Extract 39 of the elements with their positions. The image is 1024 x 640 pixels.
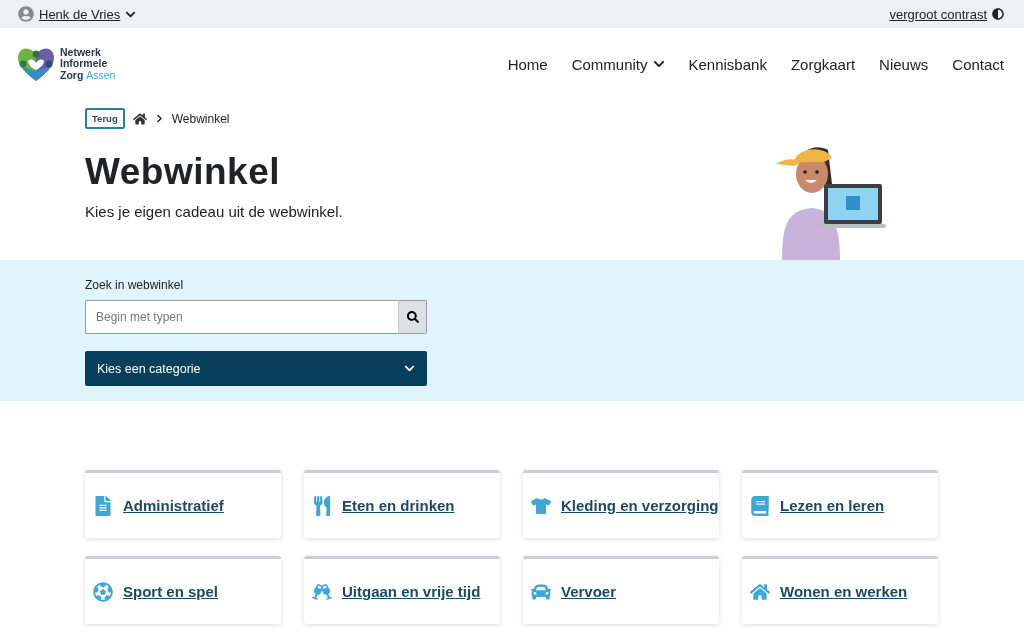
search-button[interactable] [398,300,427,334]
house-icon [750,581,770,602]
category-link[interactable]: Uitgaan en vrije tijd [342,583,481,600]
category-select[interactable]: Kies een categorie [85,351,427,386]
toast-glasses-icon [312,581,332,602]
category-link[interactable]: Vervoer [561,583,617,600]
chevron-down-icon [404,363,415,374]
chevron-right-icon [154,114,164,123]
page-subtitle: Kies je eigen cadeau uit de webwinkel. [85,203,343,220]
nav-link[interactable]: Zorgkaart [790,55,856,73]
books-icon [750,495,770,516]
nav-link[interactable]: Home [507,55,548,73]
nav-link[interactable]: Kennisbank [688,55,767,73]
search-field[interactable]: Begin met typen [85,300,398,334]
breadcrumb-current: Webwinkel [171,111,230,126]
category-link[interactable]: Sport en spel [123,583,219,600]
logo-text: Netwerk Informele Zorg Assen [60,46,116,82]
document-icon [93,495,113,516]
category-link[interactable]: Eten en drinken [342,497,455,514]
nav-link[interactable]: Contact [952,55,1004,73]
search-icon [406,311,419,323]
nav-link[interactable]: Community [571,55,665,73]
category-link[interactable]: Kleding en verzorging [561,497,719,514]
football-icon [93,581,113,602]
category-link[interactable]: Administratief [123,497,224,514]
search-label: Zoek in webwinkel [85,278,185,292]
user-name[interactable]: Henk de Vries [39,6,121,22]
page-title: Webwinkel [85,151,282,193]
user-menu-link[interactable]: Henk de Vries [18,6,137,22]
category-link[interactable]: Wonen en werken [780,583,908,600]
user-avatar-icon [18,6,34,22]
shirt-icon [531,495,551,516]
nav-link[interactable]: Nieuws [879,55,929,73]
home-icon[interactable] [132,111,147,126]
fork-knife-icon [312,495,332,516]
back-button[interactable]: Terug [85,108,125,129]
category-link[interactable]: Lezen en leren [780,497,885,514]
contrast-icon [992,8,1004,20]
chevron-down-icon [652,58,665,70]
